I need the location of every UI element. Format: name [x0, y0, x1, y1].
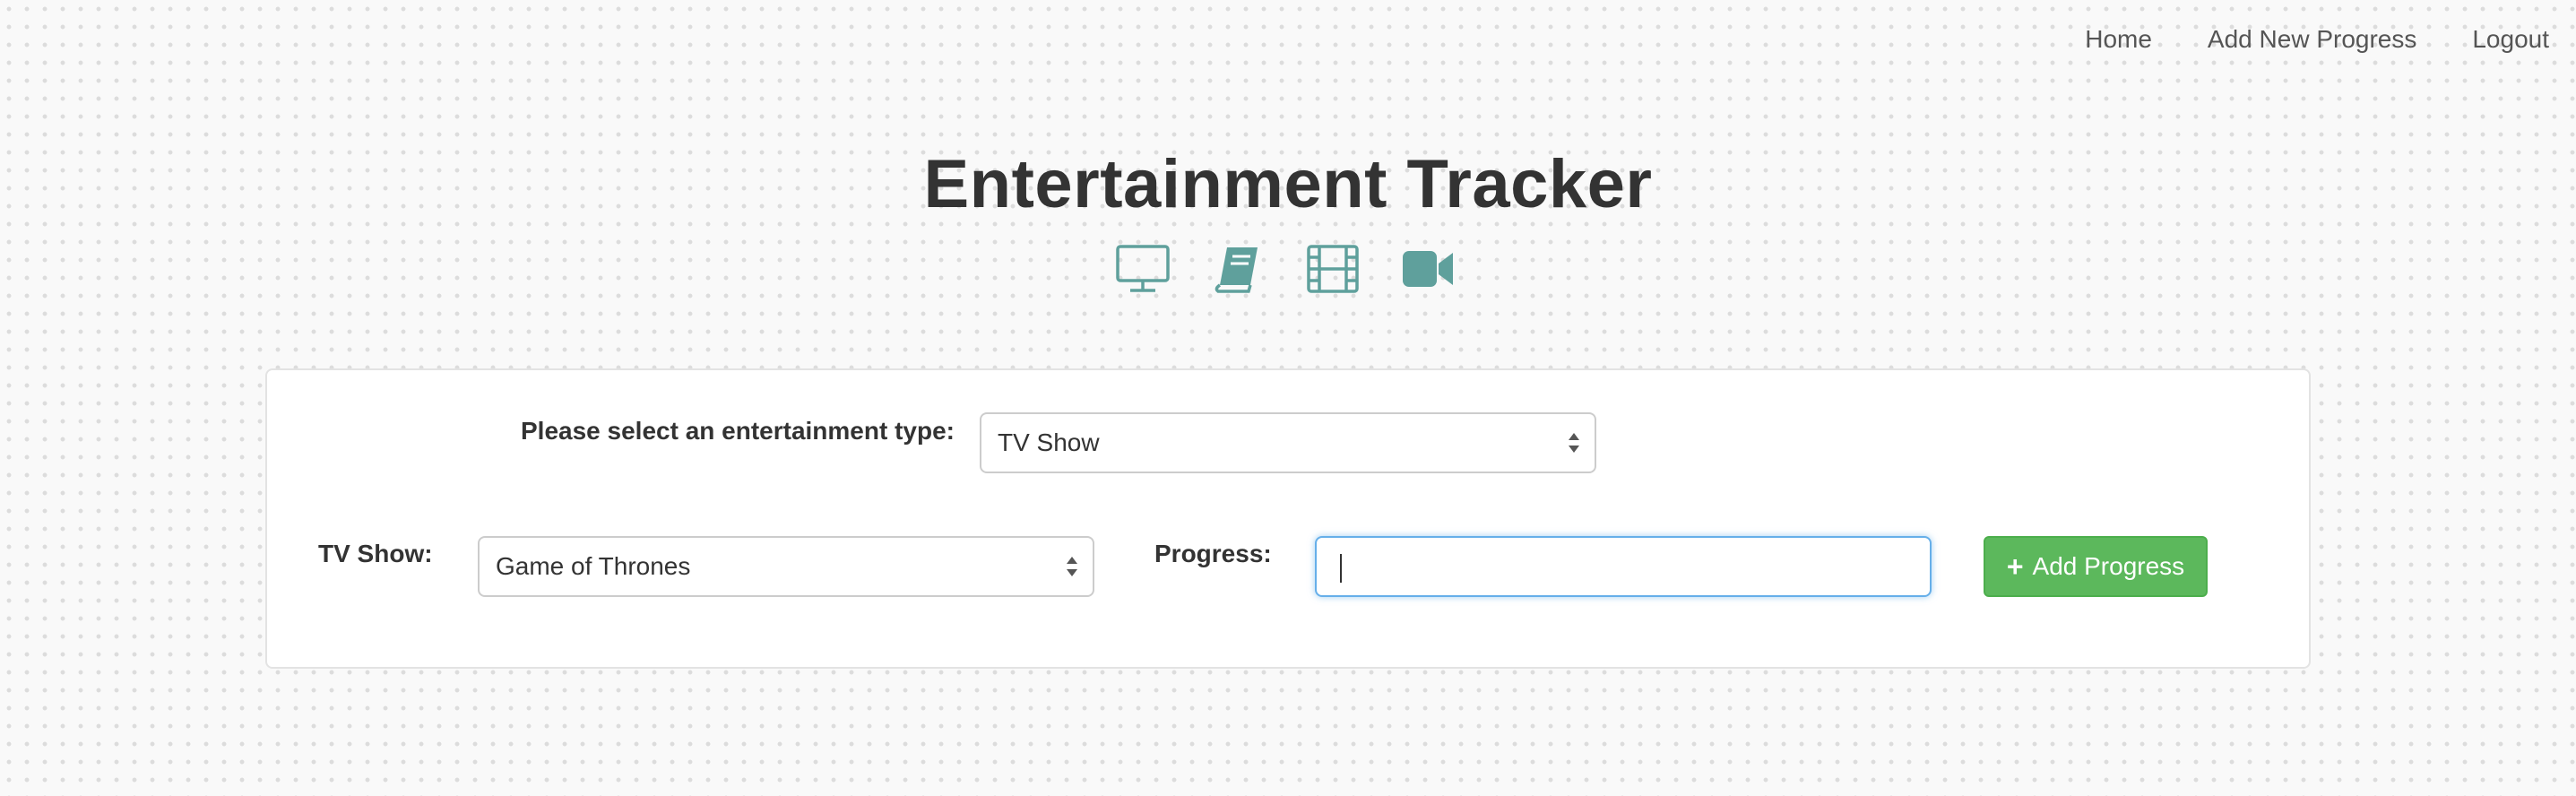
entertainment-type-label: Please select an entertainment type: [521, 417, 955, 445]
film-icon[interactable] [1306, 244, 1360, 294]
nav-logout-link[interactable]: Logout [2472, 25, 2549, 54]
tv-icon[interactable] [1116, 244, 1170, 294]
progress-form-panel: Please select an entertainment type: TV … [265, 368, 2311, 669]
add-progress-button[interactable]: + Add Progress [1984, 536, 2208, 597]
entertainment-icons [1116, 244, 1455, 294]
top-nav: Home Add New Progress Logout [2085, 0, 2576, 79]
tv-show-value: Game of Thrones [496, 552, 691, 580]
plus-icon: + [2006, 550, 2024, 583]
nav-home-link[interactable]: Home [2085, 25, 2152, 54]
book-icon[interactable] [1211, 244, 1265, 294]
progress-label: Progress: [1154, 540, 1272, 567]
text-cursor [1340, 554, 1342, 583]
tv-show-select[interactable]: Game of Thrones [478, 536, 1094, 597]
nav-add-new-progress-link[interactable]: Add New Progress [2208, 25, 2416, 54]
select-arrows-icon [1569, 433, 1579, 453]
add-progress-label: Add Progress [2032, 552, 2185, 580]
progress-input[interactable] [1315, 536, 1932, 597]
select-arrows-icon [1067, 557, 1077, 576]
entertainment-type-select[interactable]: TV Show [980, 412, 1596, 473]
tv-show-label: TV Show: [318, 540, 433, 567]
video-camera-icon[interactable] [1401, 244, 1455, 294]
page-title: Entertainment Tracker [923, 146, 1653, 222]
entertainment-type-value: TV Show [998, 428, 1100, 456]
